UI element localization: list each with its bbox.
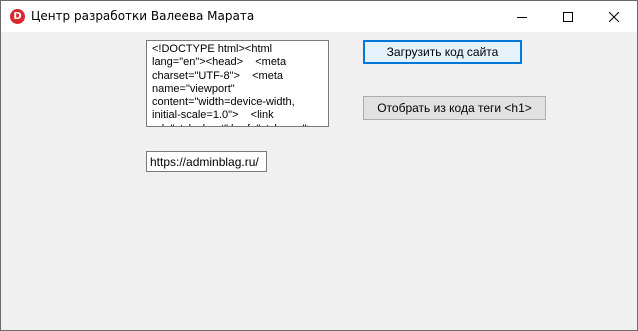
app-window: D Центр разработки Валеева Марата <!DOCT… — [0, 0, 638, 331]
client-area: <!DOCTYPE html><html lang="en"><head> <m… — [1, 32, 637, 330]
maximize-icon — [563, 11, 573, 22]
maximize-button[interactable] — [545, 1, 591, 32]
extract-h1-button[interactable]: Отобрать из кода теги <h1> — [363, 96, 546, 120]
title-bar[interactable]: D Центр разработки Валеева Марата — [1, 1, 637, 32]
site-code-textbox[interactable]: <!DOCTYPE html><html lang="en"><head> <m… — [146, 40, 329, 127]
app-logo-icon: D — [10, 9, 25, 24]
minimize-button[interactable] — [499, 1, 545, 32]
minimize-icon — [517, 16, 527, 18]
close-icon — [609, 11, 619, 22]
window-title: Центр разработки Валеева Марата — [31, 9, 255, 23]
url-input[interactable] — [146, 151, 267, 172]
close-button[interactable] — [591, 1, 637, 32]
load-site-code-button[interactable]: Загрузить код сайта — [363, 40, 522, 64]
app-logo-letter: D — [13, 10, 22, 22]
